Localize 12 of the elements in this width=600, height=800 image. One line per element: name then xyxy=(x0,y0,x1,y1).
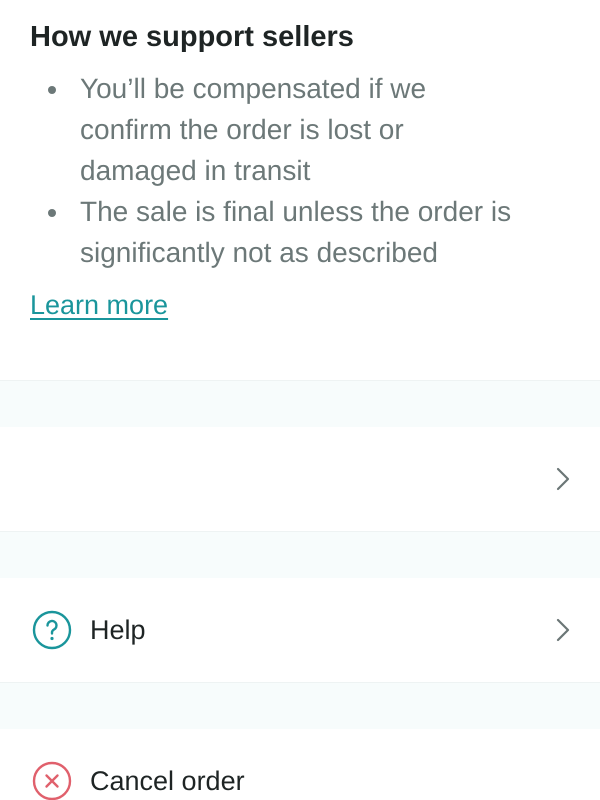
help-icon xyxy=(32,610,72,650)
bullet-dot-icon xyxy=(48,209,56,217)
section-title: How we support sellers xyxy=(30,20,355,55)
list-row[interactable]: Cancel order xyxy=(0,729,600,800)
row-label: Help xyxy=(90,614,146,646)
bullet-text: You’ll be compensated if we confirm the order is lost or damaged in transit xyxy=(80,72,428,188)
list-row[interactable]: Help xyxy=(0,578,600,682)
row-label: Cancel order xyxy=(90,766,245,796)
learn-more-link[interactable]: Learn more xyxy=(30,287,168,323)
bullet-text: The sale is final unless the order is significantly not as described xyxy=(80,195,512,270)
cancel-icon xyxy=(32,761,72,800)
bullet-dot-icon xyxy=(48,86,56,94)
